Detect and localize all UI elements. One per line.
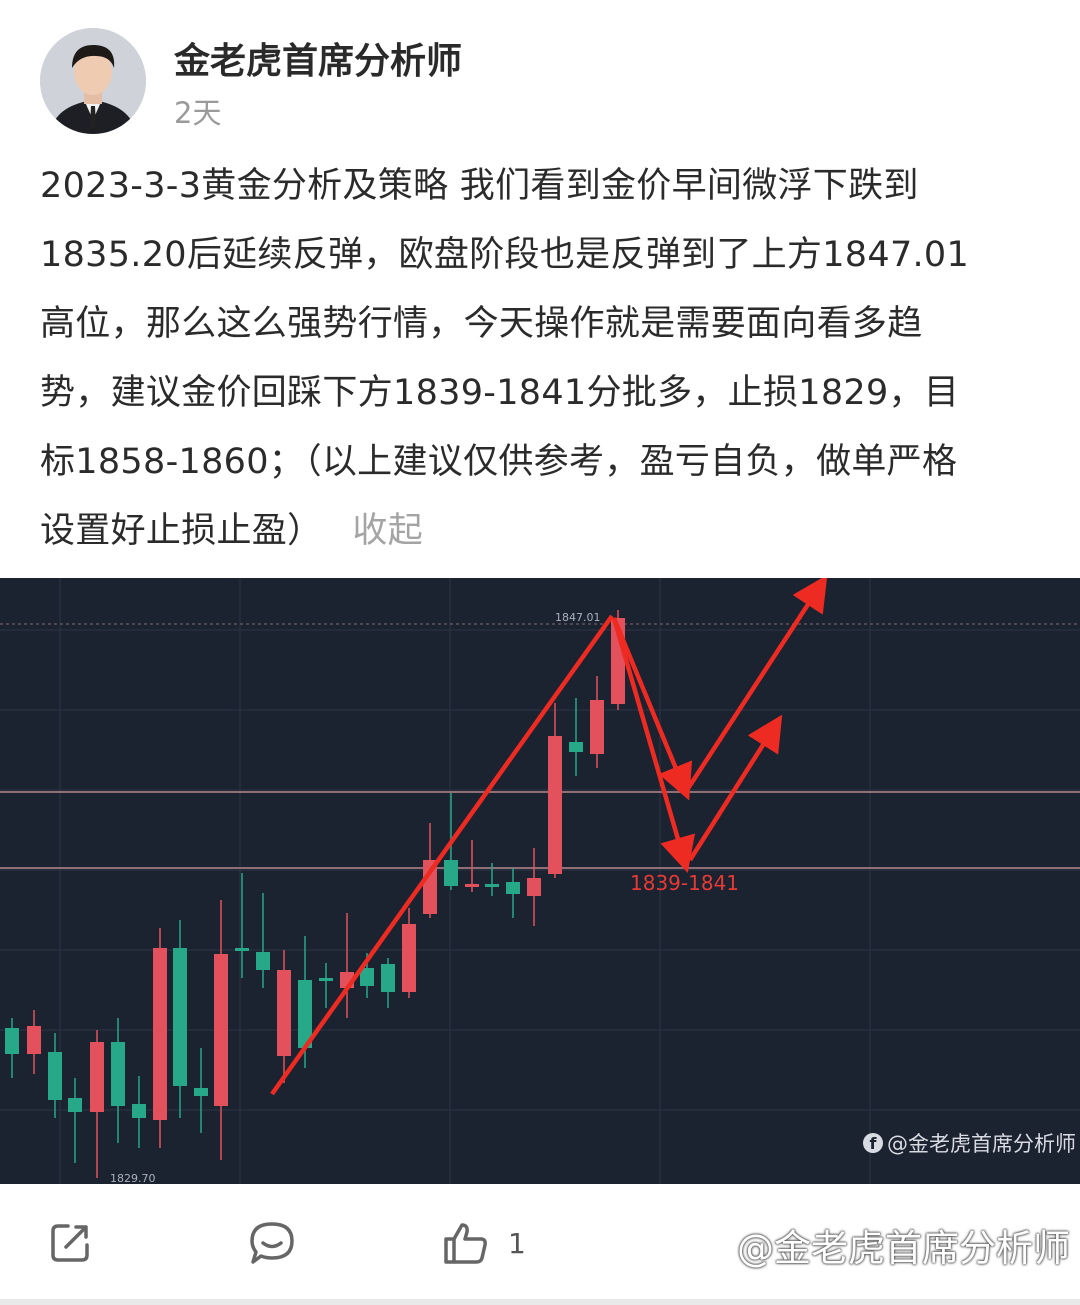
trend-arrows	[270, 578, 828, 1096]
post-line: 1835.20后延续反弹，欧盘阶段也是反弹到了上方1847.01	[40, 235, 970, 275]
footer-watermark: @金老虎首席分析师	[737, 1227, 1070, 1270]
down-arrow-lower	[611, 617, 696, 873]
candle-body	[153, 948, 167, 1120]
low-price-label: 1829.70	[110, 1172, 156, 1184]
candle-body	[214, 954, 228, 1106]
candle-body	[235, 948, 249, 951]
target-zone-label: 1839-1841	[630, 871, 739, 895]
candle-body	[48, 1052, 62, 1100]
candle-body	[256, 952, 270, 970]
candle-body	[465, 884, 479, 887]
action-bar: 1 @金老虎首席分析师	[0, 1184, 1080, 1305]
candle-body	[444, 860, 458, 886]
candle-body	[194, 1088, 208, 1096]
candle-body	[590, 700, 604, 754]
candles	[5, 610, 625, 1178]
post-line: 高位，那么这么强势行情，今天操作就是需要面向看多趋	[40, 304, 923, 344]
candle-body	[5, 1028, 19, 1054]
share-icon	[51, 1224, 89, 1262]
candle-body	[277, 970, 291, 1056]
post-timestamp: 2天	[174, 96, 222, 130]
candle-body	[506, 882, 520, 894]
comment-icon	[250, 1222, 294, 1264]
bottom-divider	[0, 1299, 1080, 1305]
post-line: 2023-3-3黄金分析及策略 我们看到金价早间微浮下跌到	[40, 166, 919, 206]
candle-body	[68, 1098, 82, 1112]
candle-body	[485, 884, 499, 887]
share-button[interactable]	[48, 1218, 94, 1268]
comment-button[interactable]	[248, 1218, 296, 1268]
avatar[interactable]	[40, 28, 146, 134]
candle-body	[90, 1042, 104, 1112]
post-line: 标1858-1860；（以上建议仅供参考，盈亏自负，做单严格	[40, 442, 958, 482]
collapse-button[interactable]: 收起	[352, 511, 423, 551]
candle-body	[569, 742, 583, 752]
candle-body	[173, 948, 187, 1086]
high-price-label: 1847.01	[555, 611, 601, 624]
like-count: 1	[508, 1226, 526, 1260]
candle-body	[111, 1042, 125, 1106]
up-arrow-target-low	[688, 714, 783, 862]
facebook-icon: f	[863, 1133, 883, 1153]
candle-body	[132, 1104, 146, 1118]
candle-body	[548, 736, 562, 874]
post-line: 势，建议金价回踩下方1839-1841分批多，止损1829，目	[40, 373, 960, 413]
candle-body	[381, 964, 395, 992]
thumbs-up-icon	[444, 1223, 487, 1264]
chart-watermark-text: @金老虎首席分析师	[887, 1132, 1076, 1156]
candlestick-chart: 1847.01 1829.70 1839-1841	[0, 578, 1080, 1184]
post-line-last: 设置好止损止盈） 收起	[40, 497, 1045, 566]
post-header: 金老虎首席分析师 2天	[40, 28, 1040, 138]
candle-body	[319, 978, 333, 981]
candle-body	[527, 878, 541, 896]
candle-body	[402, 924, 416, 992]
chart-image[interactable]: 1847.01 1829.70 1839-1841 f @金老虎首席分析师	[0, 578, 1080, 1184]
post-text: 2023-3-3黄金分析及策略 我们看到金价早间微浮下跌到 1835.20后延续…	[40, 152, 1045, 566]
post-line: 设置好止损止盈）	[40, 511, 323, 551]
chart-watermark: f @金老虎首席分析师	[863, 1128, 1076, 1158]
avatar-portrait	[40, 28, 146, 134]
candle-body	[27, 1026, 41, 1054]
author-name[interactable]: 金老虎首席分析师	[174, 32, 462, 84]
like-button[interactable]: 1	[442, 1218, 526, 1268]
